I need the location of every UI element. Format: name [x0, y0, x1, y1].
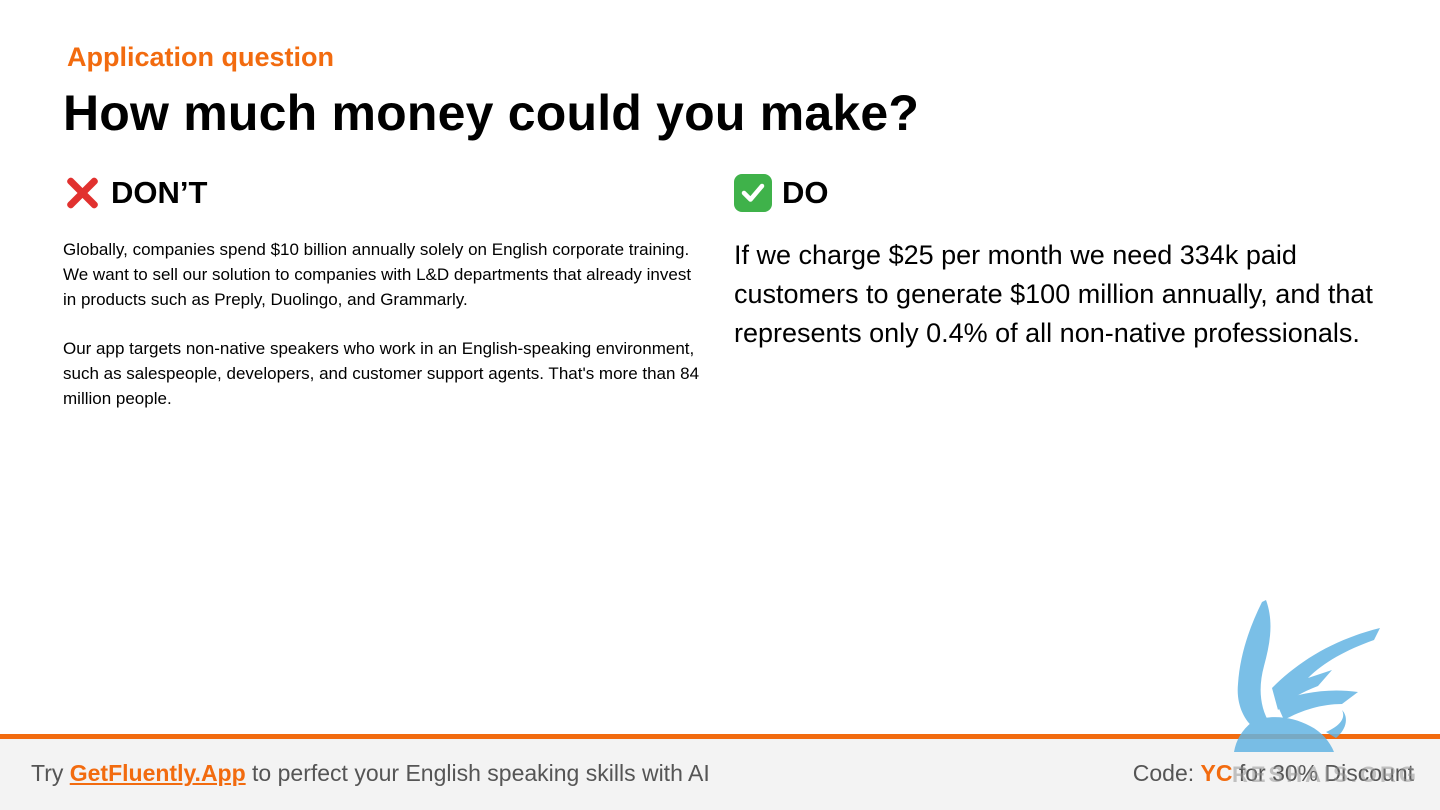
do-heading: DO — [734, 172, 829, 214]
code-prefix: Code: — [1132, 760, 1201, 786]
slide-title: How much money could you make? — [63, 85, 920, 141]
dont-paragraph: Globally, companies spend $10 billion an… — [63, 240, 692, 309]
eyebrow-label: Application question — [67, 42, 334, 72]
getfluently-link[interactable]: GetFluently.App — [70, 760, 246, 786]
footer-suffix: to perfect your English speaking skills … — [245, 760, 710, 786]
griffin-logo-icon — [1234, 600, 1380, 752]
discount-code: YC — [1200, 760, 1233, 786]
check-mark-icon — [734, 174, 772, 212]
do-heading-label: DO — [782, 175, 829, 210]
dont-heading-label: DON’T — [111, 175, 208, 210]
cross-mark-icon — [63, 174, 101, 212]
watermark-text: RESHAIS.ORG — [1232, 762, 1420, 787]
footer-promo: Try GetFluently.App to perfect your Engl… — [31, 760, 710, 787]
dont-heading: DON’T — [63, 172, 207, 214]
footer-prefix: Try — [31, 760, 70, 786]
do-body: If we charge $25 per month we need 334k … — [734, 240, 1373, 348]
dont-body: Globally, companies spend $10 billion an… — [63, 237, 703, 435]
dont-paragraph: Our app targets non-native speakers who … — [63, 339, 700, 408]
